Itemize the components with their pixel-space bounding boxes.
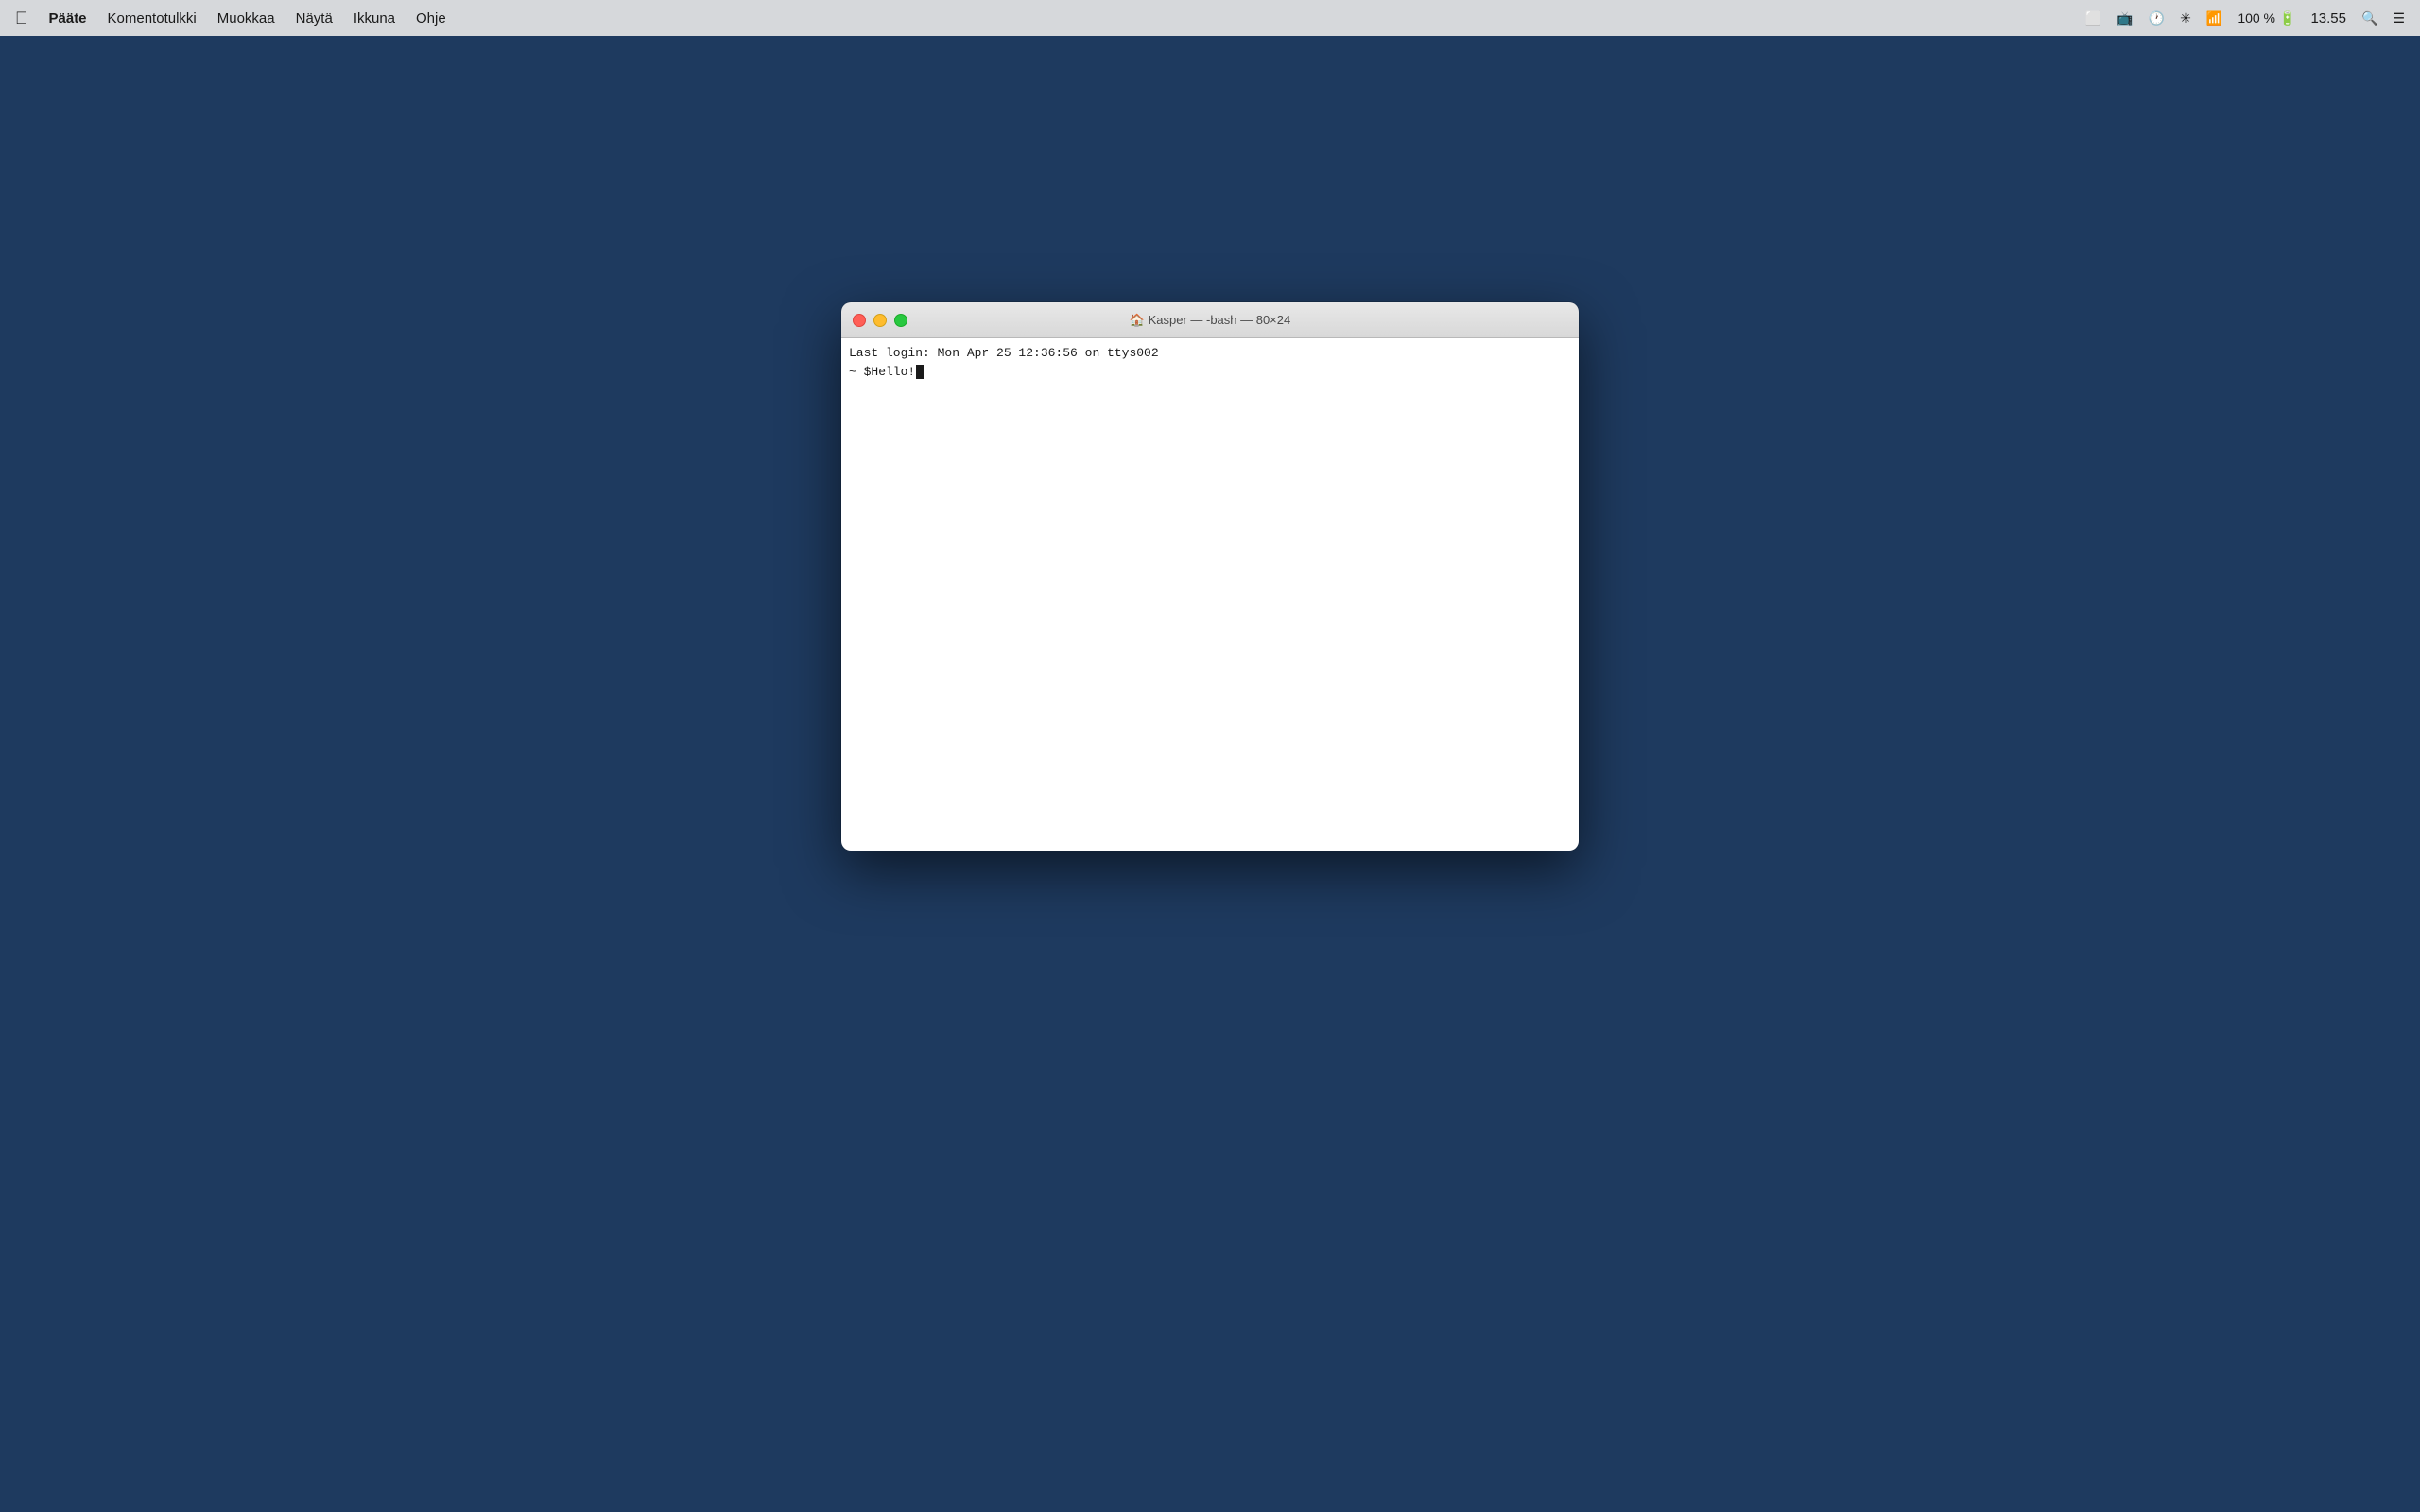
battery-percent: 100 % bbox=[2238, 10, 2275, 26]
minimize-button[interactable] bbox=[873, 314, 887, 327]
menubar:  Pääte Komentotulkki Muokkaa Näytä Ikku… bbox=[0, 0, 2420, 36]
maximize-button[interactable] bbox=[894, 314, 908, 327]
terminal-body[interactable]: Last login: Mon Apr 25 12:36:56 on ttys0… bbox=[841, 338, 1579, 850]
battery-icon: 🔋 bbox=[2279, 10, 2295, 26]
menu-ikkuna[interactable]: Ikkuna bbox=[354, 10, 395, 26]
last-login-line: Last login: Mon Apr 25 12:36:56 on ttys0… bbox=[849, 344, 1571, 363]
menubar-right: ⬜ 📺 🕐 ✳ 📶 100 % 🔋 13.55 🔍 ☰ bbox=[2085, 10, 2405, 26]
title-text: Kasper — -bash — 80×24 bbox=[1149, 313, 1291, 327]
menu-muokkaa[interactable]: Muokkaa bbox=[217, 10, 275, 26]
time-machine-icon[interactable]: 🕐 bbox=[2149, 10, 2165, 26]
prompt-line: ~ $ Hello! bbox=[849, 363, 1571, 382]
title-emoji: 🏠 bbox=[1130, 313, 1145, 327]
wifi-icon[interactable]: 📶 bbox=[2206, 10, 2222, 26]
apple-menu[interactable]:  bbox=[15, 9, 28, 28]
notification-center-icon[interactable]: ☰ bbox=[2393, 10, 2405, 26]
menu-nayta[interactable]: Näytä bbox=[296, 10, 333, 26]
display-icon[interactable]: ⬜ bbox=[2085, 10, 2101, 26]
search-icon[interactable]: 🔍 bbox=[2361, 10, 2377, 26]
terminal-window: 🏠 Kasper — -bash — 80×24 Last login: Mon… bbox=[841, 302, 1579, 850]
terminal-titlebar: 🏠 Kasper — -bash — 80×24 bbox=[841, 302, 1579, 338]
menu-ohje[interactable]: Ohje bbox=[416, 10, 446, 26]
traffic-lights bbox=[841, 314, 908, 327]
close-button[interactable] bbox=[853, 314, 866, 327]
menu-komentotulkki[interactable]: Komentotulkki bbox=[108, 10, 197, 26]
menubar-left:  Pääte Komentotulkki Muokkaa Näytä Ikku… bbox=[15, 9, 446, 28]
clock[interactable]: 13.55 bbox=[2310, 10, 2346, 26]
prompt-prefix: ~ $ bbox=[849, 363, 871, 382]
menu-app-name[interactable]: Pääte bbox=[49, 10, 87, 26]
extras-icon[interactable]: ✳ bbox=[2180, 10, 2191, 26]
battery-area[interactable]: 100 % 🔋 bbox=[2238, 10, 2295, 26]
cursor bbox=[916, 365, 924, 379]
prompt-command: Hello! bbox=[871, 363, 915, 382]
terminal-title: 🏠 Kasper — -bash — 80×24 bbox=[1130, 313, 1290, 328]
airplay-icon[interactable]: 📺 bbox=[2117, 10, 2133, 26]
